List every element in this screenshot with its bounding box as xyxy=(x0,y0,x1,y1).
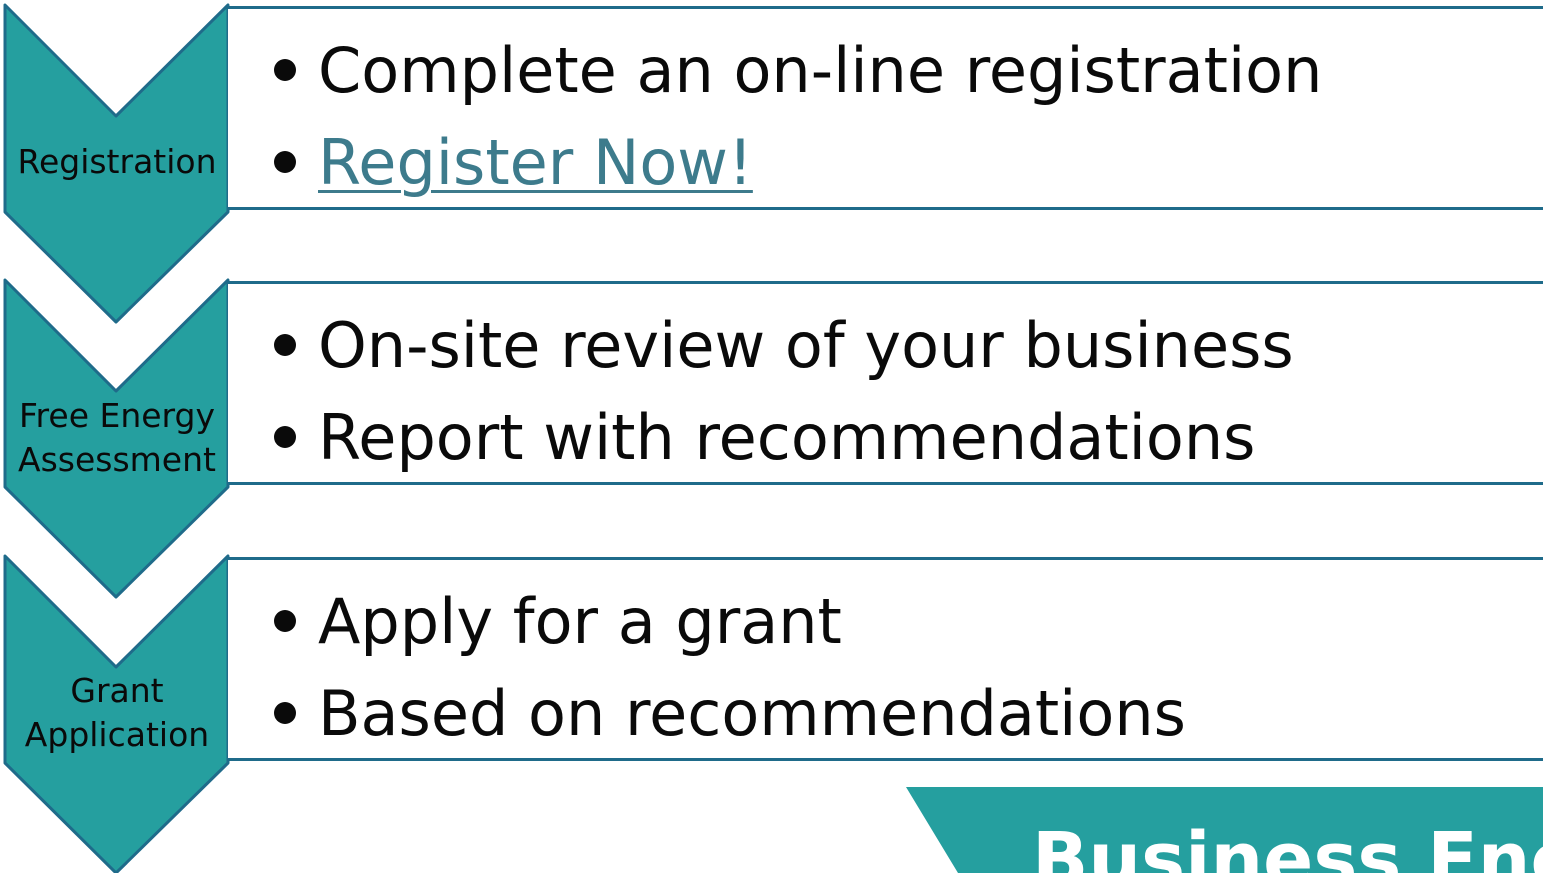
bullet-list: Complete an on-line registration Registe… xyxy=(270,25,1322,209)
step-label-grant-application: Grant Application xyxy=(0,669,234,757)
bullet-text: Complete an on-line registration xyxy=(318,34,1323,107)
step-label-line: Registration xyxy=(17,142,217,181)
bullet-item: Apply for a grant xyxy=(270,576,1186,668)
bullet-list: On-site review of your business Report w… xyxy=(270,300,1294,484)
bullet-dot-icon xyxy=(274,59,296,81)
bullet-item: Based on recommendations xyxy=(270,668,1186,760)
step-label-line: Assessment xyxy=(18,440,216,479)
bullet-list: Apply for a grant Based on recommendatio… xyxy=(270,576,1186,760)
bullet-text: Apply for a grant xyxy=(318,585,842,658)
bullet-item: On-site review of your business xyxy=(270,300,1294,392)
program-banner: Business Ene xyxy=(906,787,1543,873)
process-diagram: Registration Free Energy Assessment Gran… xyxy=(0,0,1543,873)
bullet-text: Report with recommendations xyxy=(318,401,1256,474)
step-label-line: Free Energy xyxy=(18,396,216,435)
bullet-dot-icon xyxy=(274,426,296,448)
step-content-box-registration: Complete an on-line registration Registe… xyxy=(228,6,1543,210)
step-content-box-assessment: On-site review of your business Report w… xyxy=(228,281,1543,485)
step-label-line: Grant xyxy=(70,671,164,710)
bullet-item: Complete an on-line registration xyxy=(270,25,1322,117)
bullet-dot-icon xyxy=(274,334,296,356)
bullet-item: Report with recommendations xyxy=(270,392,1294,484)
bullet-dot-icon xyxy=(274,702,296,724)
bullet-dot-icon xyxy=(274,610,296,632)
step-label-free-energy-assessment: Free Energy Assessment xyxy=(0,394,234,482)
bullet-dot-icon xyxy=(274,151,296,173)
bullet-text: Based on recommendations xyxy=(318,677,1186,750)
bullet-item: Register Now! xyxy=(270,117,1322,209)
step-label-registration: Registration xyxy=(0,140,234,184)
step-content-box-grant: Apply for a grant Based on recommendatio… xyxy=(228,557,1543,761)
bullet-text: On-site review of your business xyxy=(318,309,1294,382)
banner-title: Business Ene xyxy=(1032,817,1543,873)
register-now-link[interactable]: Register Now! xyxy=(318,126,753,199)
step-label-line: Application xyxy=(24,715,210,754)
